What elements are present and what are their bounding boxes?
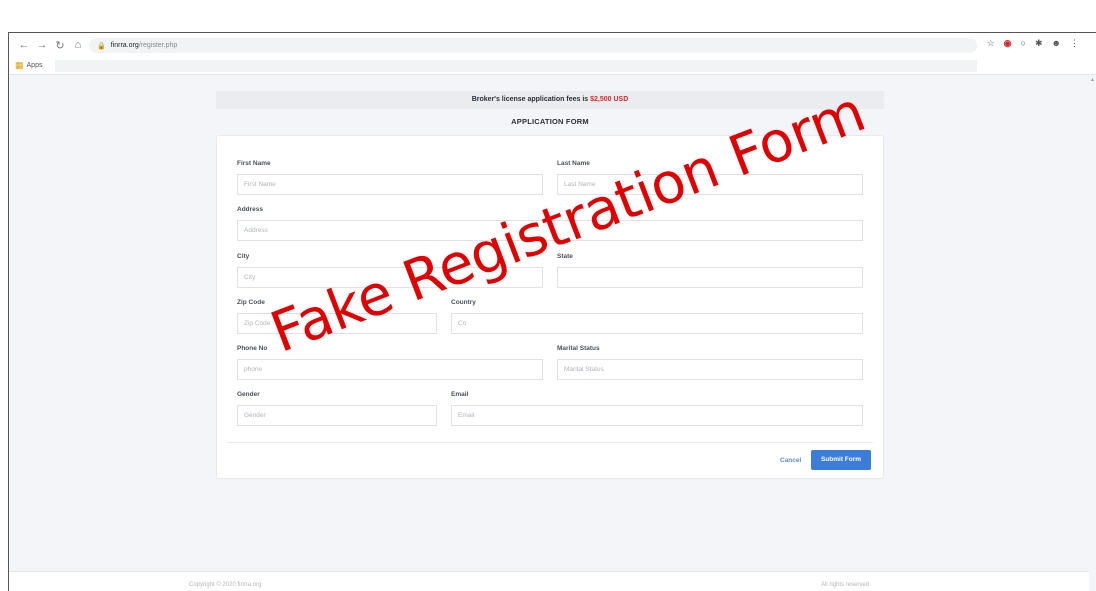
home-icon[interactable]: ⌂ [71, 38, 85, 52]
country-input[interactable]: Co [451, 313, 863, 334]
lock-icon: 🔒 [97, 42, 106, 50]
menu-icon[interactable]: ⋮ [1070, 38, 1079, 49]
phone-label: Phone No [237, 345, 268, 352]
first-name-label: First Name [237, 160, 271, 167]
back-icon[interactable]: ← [17, 38, 31, 52]
rights-text: All rights reserved [821, 582, 870, 588]
url-path: /register.php [138, 42, 178, 49]
last-name-label: Last Name [557, 160, 590, 167]
marital-status-input[interactable]: Marital Status [557, 359, 863, 380]
submit-button[interactable]: Submit Form [811, 450, 871, 470]
star-icon[interactable]: ☆ [987, 38, 995, 49]
apps-grid-icon[interactable]: ▦ [15, 60, 24, 71]
email-label: Email [451, 391, 469, 398]
city-label: City [237, 253, 250, 260]
address-label: Address [237, 206, 264, 213]
state-input[interactable] [557, 267, 863, 288]
browser-toolbar: ← → ↻ ⌂ 🔒 finrra.org/register.php ☆ ◉ ○ … [9, 33, 1096, 57]
browser-window: ← → ↻ ⌂ 🔒 finrra.org/register.php ☆ ◉ ○ … [8, 32, 1096, 591]
fee-amount: $2,500 USD [590, 96, 629, 103]
extension-shield-icon[interactable]: ◉ [1004, 38, 1012, 49]
zip-code-label: Zip Code [237, 299, 265, 306]
fee-notice-text: Broker's license application fees is [471, 96, 591, 103]
bookmarks-area [55, 60, 977, 72]
profile-icon[interactable]: ☻ [1052, 38, 1061, 49]
address-bar[interactable]: 🔒 finrra.org/register.php [89, 38, 977, 53]
page-footer: Copyright © 2020 finrra.org All rights r… [9, 571, 1089, 591]
puzzle-icon[interactable]: ✱ [1035, 38, 1043, 49]
email-input[interactable]: Email [451, 405, 863, 426]
apps-link[interactable]: Apps [27, 62, 43, 69]
scrollbar[interactable]: ▲ [1088, 75, 1096, 591]
reload-icon[interactable]: ↻ [53, 38, 67, 52]
phone-input[interactable]: phone [237, 359, 543, 380]
forward-icon[interactable]: → [35, 38, 49, 52]
form-divider [227, 442, 873, 443]
url-host: finrra.org [110, 42, 139, 49]
copyright-text: Copyright © 2020 finrra.org [189, 582, 262, 588]
bookmarks-bar: ▦ Apps [9, 57, 1096, 75]
first-name-input[interactable]: First Name [237, 174, 543, 195]
extension-icons: ☆ ◉ ○ ✱ ☻ ⋮ [987, 38, 1079, 49]
extension-circle-icon[interactable]: ○ [1021, 38, 1026, 49]
gender-input[interactable]: Gender [237, 405, 437, 426]
cancel-button[interactable]: Cancel [780, 457, 801, 464]
marital-status-label: Marital Status [557, 345, 600, 352]
scroll-up-icon[interactable]: ▲ [1090, 77, 1095, 83]
gender-label: Gender [237, 391, 260, 398]
